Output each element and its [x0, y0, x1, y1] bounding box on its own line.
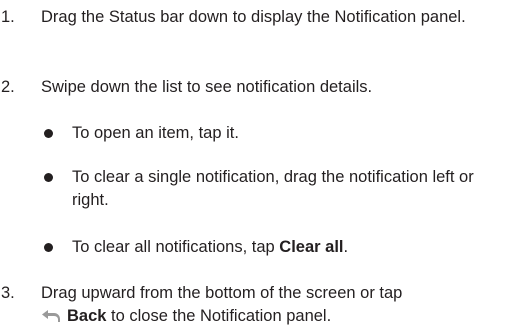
step-number: 2.: [1, 78, 15, 96]
bullet-text: To clear a single notification, drag the…: [72, 168, 474, 209]
step-text: Drag the Status bar down to display the …: [41, 8, 466, 26]
clear-all-label: Clear all: [279, 238, 344, 256]
step-text: Drag upward from the bottom of the scree…: [41, 282, 496, 330]
bullet-dot: [44, 243, 53, 252]
bullet-text: To clear all notifications, tap Clear al…: [72, 238, 349, 256]
back-arrow-icon: [41, 307, 61, 330]
bullet-text: To open an item, tap it.: [72, 124, 239, 142]
bullet-dot: [44, 129, 53, 138]
step-number: 3.: [1, 284, 15, 302]
step-number: 1.: [1, 8, 15, 26]
bullet-dot: [44, 173, 53, 182]
step-text: Swipe down the list to see notification …: [41, 78, 373, 96]
back-label: Back: [67, 307, 107, 325]
